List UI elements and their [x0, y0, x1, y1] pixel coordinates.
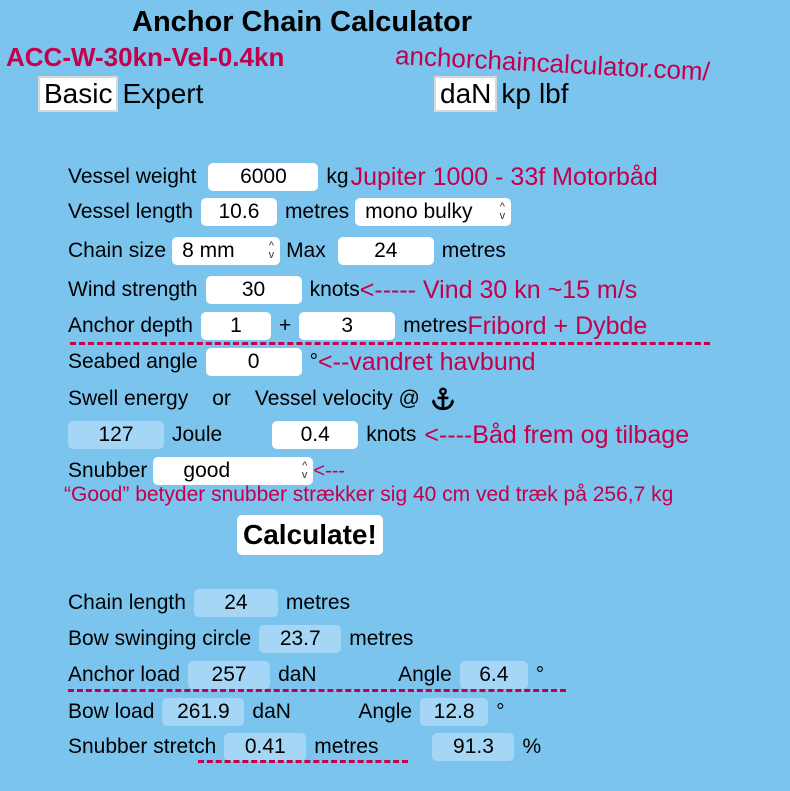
- anchor-load-row: Anchor load 257 daN Angle 6.4 °: [68, 660, 544, 690]
- velocity-unit: knots: [366, 423, 417, 446]
- annotation-title: ACC-W-30kn-Vel-0.4kn: [6, 42, 285, 72]
- swing-circle-label: Bow swinging circle: [68, 627, 252, 650]
- snubber-row: Snubber good ^ v <---: [68, 456, 345, 486]
- anchor-load-output: 257: [188, 661, 271, 689]
- swing-circle-unit: metres: [349, 627, 414, 650]
- snubber-stretch-row: Snubber stretch 0.41 metres 91.3 %: [68, 732, 541, 762]
- anchor-icon: [431, 387, 455, 411]
- or-label: or: [212, 387, 231, 410]
- snubber-stretch-unit: metres: [314, 735, 379, 758]
- unit-dan[interactable]: daN: [434, 76, 498, 112]
- calculate-button[interactable]: Calculate!: [237, 515, 383, 555]
- wind-unit: knots: [309, 278, 360, 301]
- seabed-label: Seabed angle: [68, 350, 198, 373]
- vessel-length-unit: metres: [284, 200, 350, 223]
- swing-circle-output: 23.7: [259, 625, 342, 653]
- snubber-stretch-label: Snubber stretch: [68, 735, 217, 758]
- unit-kp[interactable]: kp: [501, 78, 531, 109]
- vessel-weight-row: Vessel weight 6000 kg Jupiter 1000 - 33f…: [68, 162, 658, 192]
- vessel-weight-label: Vessel weight: [68, 165, 197, 188]
- snubber-percent-output: 91.3: [432, 733, 515, 761]
- spinner-icon: ^ v: [301, 460, 308, 481]
- page-title: Anchor Chain Calculator: [132, 6, 472, 38]
- unit-lbf[interactable]: lbf: [539, 78, 569, 109]
- seabed-note: <--vandret havbund: [318, 348, 536, 376]
- plus-sign: +: [278, 314, 292, 337]
- swell-header-row: Swell energy or Vessel velocity @: [68, 384, 456, 414]
- vessel-length-label: Vessel length: [68, 200, 193, 223]
- chain-length-label: Chain length: [68, 591, 186, 614]
- annotation-underline: [70, 342, 710, 345]
- anchor-load-label: Anchor load: [68, 663, 181, 686]
- wind-note: <----- Vind 30 kn ~15 m/s: [359, 276, 638, 304]
- bow-angle-label: Angle: [358, 700, 413, 723]
- vessel-weight-unit: kg: [326, 165, 349, 188]
- seabed-row: Seabed angle 0 ° <--vandret havbund: [68, 347, 536, 377]
- chain-size-row: Chain size 8 mm ^ v Max 24 metres: [68, 236, 506, 266]
- anchor-depth-label: Anchor depth: [68, 314, 193, 337]
- anchor-depth-unit: metres: [403, 314, 468, 337]
- anchor-depth-note: Fribord + Dybde: [467, 312, 648, 340]
- wind-row: Wind strength 30 knots <----- Vind 30 kn…: [68, 275, 637, 305]
- snubber-value: good: [183, 459, 231, 482]
- snubber-label: Snubber: [68, 459, 148, 482]
- annotation-underline: [198, 760, 408, 763]
- spinner-icon: ^ v: [499, 201, 506, 222]
- chain-size-label: Chain size: [68, 239, 167, 262]
- swing-circle-row: Bow swinging circle 23.7 metres: [68, 624, 413, 654]
- chain-size-value: 8 mm: [182, 239, 235, 262]
- snubber-note: <---: [313, 460, 346, 482]
- chain-length-unit: metres: [285, 591, 351, 614]
- mode-tabs: Basic Expert: [38, 76, 211, 112]
- bow-load-label: Bow load: [68, 700, 155, 723]
- vessel-type-value: mono bulky: [365, 200, 473, 223]
- joule-unit: Joule: [172, 423, 223, 446]
- velocity-note: <----Båd frem og tilbage: [424, 421, 690, 449]
- snubber-percent-unit: %: [522, 735, 542, 758]
- velocity-label: Vessel velocity @: [254, 387, 420, 410]
- freeboard-input[interactable]: 1: [200, 312, 271, 340]
- chain-size-select[interactable]: 8 mm ^ v: [172, 237, 281, 265]
- anchor-angle-label: Angle: [398, 663, 452, 686]
- spinner-icon: ^ v: [268, 240, 275, 261]
- anchor-angle-output: 6.4: [459, 661, 528, 689]
- snubber-explanation: “Good” betyder snubber strækker sig 40 c…: [64, 483, 674, 506]
- max-label: Max: [286, 239, 326, 262]
- anchor-depth-row: Anchor depth 1 + 3 metres Fribord + Dybd…: [68, 311, 647, 341]
- swell-values-row: 127 Joule 0.4 knots <----Båd frem og til…: [60, 420, 689, 450]
- bow-angle-output: 12.8: [420, 698, 489, 726]
- vessel-weight-input[interactable]: 6000: [208, 163, 319, 191]
- annotation-underline: [68, 689, 566, 692]
- depth-input[interactable]: 3: [299, 312, 396, 340]
- bow-load-row: Bow load 261.9 daN Angle 12.8 °: [68, 697, 505, 727]
- anchor-load-unit: daN: [278, 663, 317, 686]
- tab-expert[interactable]: Expert: [122, 78, 203, 109]
- snubber-stretch-output: 0.41: [224, 733, 307, 761]
- wind-input[interactable]: 30: [205, 276, 302, 304]
- chain-length-row: Chain length 24 metres: [68, 588, 350, 618]
- swell-label: Swell energy: [68, 387, 189, 410]
- vessel-weight-note: Jupiter 1000 - 33f Motorbåd: [350, 163, 658, 191]
- unit-tabs: daN kp lbf: [434, 76, 577, 112]
- swell-energy-output: 127: [68, 421, 164, 449]
- vessel-length-row: Vessel length 10.6 metres mono bulky ^ v: [68, 197, 517, 227]
- seabed-input[interactable]: 0: [205, 348, 302, 376]
- snubber-select[interactable]: good ^ v: [153, 457, 314, 485]
- bow-load-output: 261.9: [162, 698, 245, 726]
- bow-angle-unit: °: [496, 700, 505, 723]
- max-chain-unit: metres: [441, 239, 506, 262]
- velocity-input[interactable]: 0.4: [272, 421, 359, 449]
- bow-load-unit: daN: [252, 700, 291, 723]
- chain-length-output: 24: [193, 589, 278, 617]
- tab-basic[interactable]: Basic: [38, 76, 119, 112]
- vessel-length-input[interactable]: 10.6: [200, 198, 277, 226]
- vessel-type-select[interactable]: mono bulky ^ v: [355, 198, 512, 226]
- seabed-unit: °: [309, 350, 319, 373]
- wind-label: Wind strength: [68, 278, 198, 301]
- max-chain-input[interactable]: 24: [337, 237, 434, 265]
- anchor-angle-unit: °: [535, 663, 545, 686]
